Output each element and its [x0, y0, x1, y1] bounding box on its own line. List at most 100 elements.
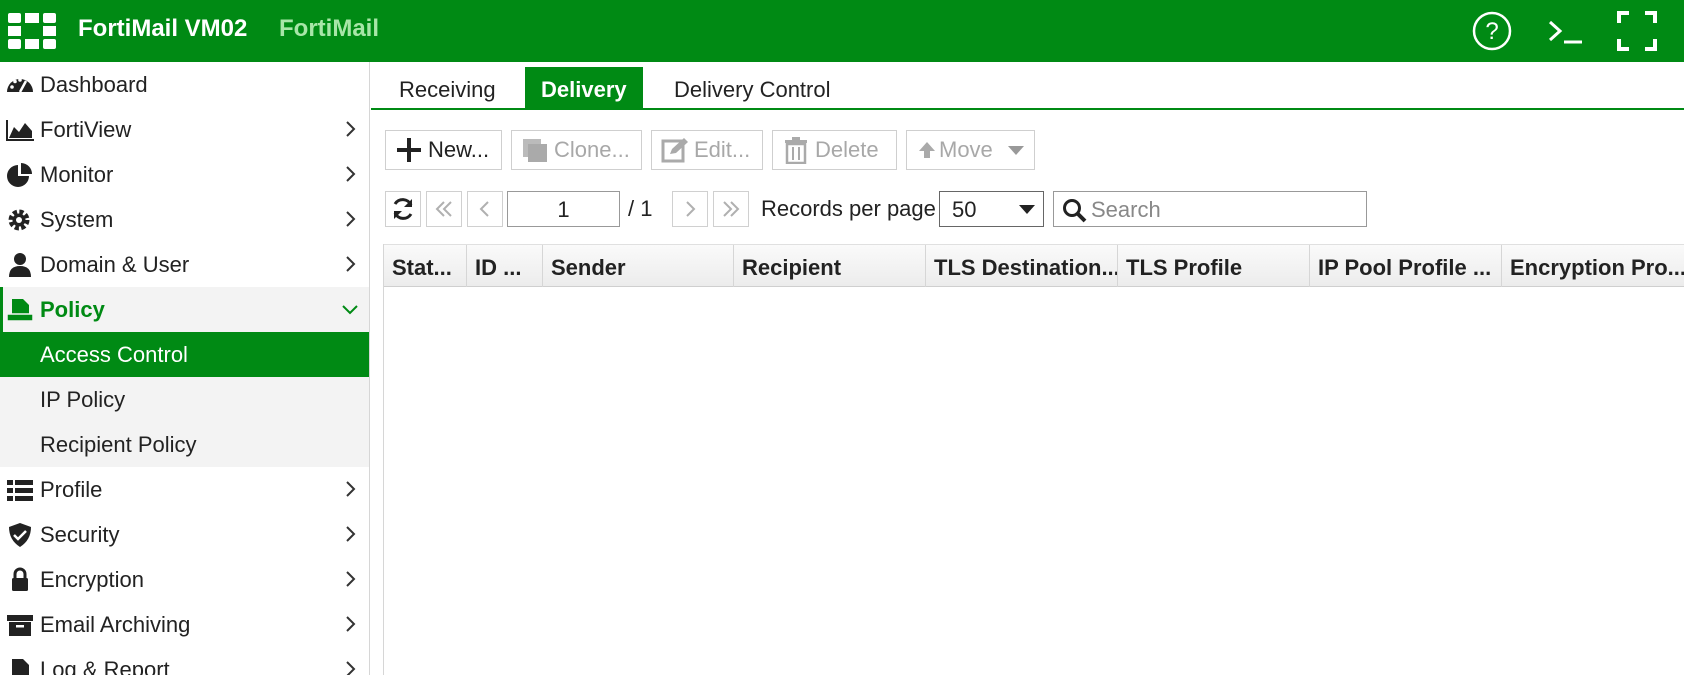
sidebar-item-profile[interactable]: Profile: [0, 467, 369, 512]
sidebar-item-system[interactable]: System: [0, 197, 369, 242]
help-icon[interactable]: ?: [1471, 10, 1513, 52]
double-chevron-left-icon: [435, 201, 452, 217]
sidebar-item-label: System: [40, 207, 114, 232]
sidebar-item-label: Monitor: [40, 162, 114, 187]
column-header-tls-destination[interactable]: TLS Destination...: [926, 245, 1118, 287]
top-header: FortiMail VM02 FortiMail ?: [0, 0, 1684, 62]
sidebar-subitem-label: Recipient Policy: [40, 432, 197, 457]
table-header: Stat... ID ... Sender Recipient TLS Dest…: [384, 244, 1684, 287]
previous-page-button[interactable]: [467, 191, 503, 227]
clone-icon: [523, 139, 547, 162]
chevron-right-icon: [346, 211, 356, 227]
tab-delivery-control[interactable]: Delivery Control: [658, 67, 847, 110]
report-icon: [12, 659, 29, 675]
sidebar-item-label: Email Archiving: [40, 612, 191, 637]
sidebar-item-label: Encryption: [40, 567, 144, 592]
double-chevron-right-icon: [723, 201, 740, 217]
search-input[interactable]: Search: [1053, 191, 1367, 227]
shield-icon: [9, 523, 31, 547]
delete-button-label: Delete: [815, 137, 879, 162]
sidebar-item-monitor[interactable]: Monitor: [0, 152, 369, 197]
product-name: FortiMail: [279, 15, 379, 42]
device-name: FortiMail VM02: [78, 15, 248, 42]
chevron-right-icon: [346, 616, 356, 632]
list-icon: [7, 480, 33, 501]
refresh-icon: [393, 198, 413, 220]
records-per-page-label: Records per page: [761, 196, 936, 221]
records-per-page-select[interactable]: 50: [939, 191, 1044, 227]
refresh-button[interactable]: [385, 191, 421, 227]
table-body: [384, 287, 1684, 675]
page-number-input[interactable]: 1: [507, 191, 620, 227]
user-icon: [9, 253, 31, 277]
sidebar-subitem-label: Access Control: [40, 342, 188, 367]
sidebar-item-label: Profile: [40, 477, 103, 502]
clone-button[interactable]: Clone...: [511, 130, 642, 170]
chevron-right-icon: [346, 256, 356, 272]
sidebar-subitem-access-control[interactable]: Access Control: [0, 332, 369, 377]
chevron-right-icon: [346, 481, 356, 497]
tab-receiving[interactable]: Receiving: [383, 67, 512, 110]
sidebar-item-label: Domain & User: [40, 252, 190, 277]
policy-table: Stat... ID ... Sender Recipient TLS Dest…: [383, 244, 1684, 675]
caret-down-icon: [1019, 205, 1035, 214]
chevron-down-icon: [342, 305, 358, 315]
next-page-button[interactable]: [672, 191, 708, 227]
sidebar-item-fortiview[interactable]: FortiView: [0, 107, 369, 152]
column-header-tls-profile[interactable]: TLS Profile: [1118, 245, 1310, 287]
sidebar-item-policy[interactable]: Policy: [0, 287, 369, 332]
sidebar-nav: Dashboard FortiView Monitor System Domai…: [0, 62, 370, 675]
arrow-up-icon: [919, 142, 935, 158]
chevron-right-icon: [346, 166, 356, 182]
fortinet-logo-icon[interactable]: [8, 13, 56, 49]
sidebar-item-label: Policy: [40, 297, 105, 322]
gear-icon: [8, 209, 30, 231]
edit-button[interactable]: Edit...: [651, 130, 763, 170]
records-per-page-value: 50: [952, 197, 977, 222]
pie-chart-icon: [7, 163, 32, 187]
sidebar-item-label: Log & Report: [40, 657, 170, 675]
move-button[interactable]: Move: [906, 130, 1035, 170]
column-header-encryption-profile[interactable]: Encryption Pro...: [1502, 245, 1684, 287]
sidebar-subitem-label: IP Policy: [40, 387, 126, 412]
sidebar-item-domain-user[interactable]: Domain & User: [0, 242, 369, 287]
search-icon: [1063, 199, 1087, 223]
sidebar-item-encryption[interactable]: Encryption: [0, 557, 369, 602]
lock-icon: [12, 567, 28, 591]
caret-down-icon: [1007, 146, 1024, 155]
column-header-status[interactable]: Stat...: [384, 245, 467, 287]
sidebar-subitem-recipient-policy[interactable]: Recipient Policy: [0, 422, 369, 467]
sidebar-subitem-ip-policy[interactable]: IP Policy: [0, 377, 369, 422]
new-button[interactable]: New...: [385, 130, 502, 170]
svg-text:?: ?: [1485, 18, 1498, 45]
fullscreen-icon[interactable]: [1616, 10, 1658, 52]
chevron-right-icon: [346, 526, 356, 542]
edit-button-label: Edit...: [694, 137, 751, 162]
delete-button[interactable]: Delete: [772, 130, 897, 170]
first-page-button[interactable]: [426, 191, 462, 227]
chevron-left-icon: [479, 201, 489, 217]
policy-icon: [6, 299, 34, 322]
chart-area-icon: [6, 120, 34, 141]
sidebar-item-email-archiving[interactable]: Email Archiving: [0, 602, 369, 647]
sidebar-item-label: Security: [40, 522, 120, 547]
column-header-id[interactable]: ID ...: [467, 245, 543, 287]
edit-icon: [661, 138, 688, 163]
last-page-button[interactable]: [713, 191, 749, 227]
tab-delivery[interactable]: Delivery: [525, 67, 643, 110]
sidebar-item-log-report[interactable]: Log & Report: [0, 647, 369, 675]
sidebar-item-dashboard[interactable]: Dashboard: [0, 62, 369, 107]
cli-console-icon[interactable]: [1545, 10, 1587, 52]
sidebar-item-security[interactable]: Security: [0, 512, 369, 557]
column-header-ip-pool-profile[interactable]: IP Pool Profile ...: [1310, 245, 1502, 287]
chevron-right-icon: [346, 571, 356, 587]
search-placeholder: Search: [1091, 197, 1161, 222]
trash-icon: [785, 137, 807, 164]
column-header-recipient[interactable]: Recipient: [734, 245, 926, 287]
column-header-sender[interactable]: Sender: [543, 245, 734, 287]
move-button-label: Move: [939, 137, 993, 162]
tab-bar: Receiving Delivery Delivery Control: [371, 62, 1684, 110]
archive-icon: [7, 615, 33, 636]
clone-button-label: Clone...: [554, 137, 630, 162]
dashboard-icon: [7, 78, 33, 93]
